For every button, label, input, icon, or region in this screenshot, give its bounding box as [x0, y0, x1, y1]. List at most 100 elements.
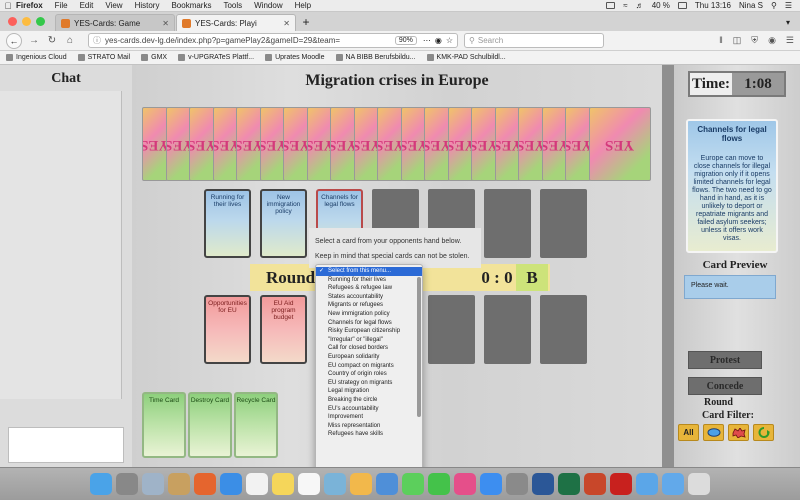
menu-option[interactable]: "Irregular" or "illegal": [316, 336, 422, 345]
reload-icon[interactable]: ↻: [46, 35, 58, 46]
home-icon[interactable]: ⌂: [64, 35, 76, 46]
site-info-icon[interactable]: ⓘ: [93, 35, 101, 46]
menu-file[interactable]: File: [55, 1, 68, 10]
bookmark-item[interactable]: v-UPGRATeS Plattf...: [178, 54, 254, 61]
menu-history[interactable]: History: [135, 1, 160, 10]
firefox-icon[interactable]: [194, 473, 216, 495]
calendar-icon[interactable]: [246, 473, 268, 495]
filter-recycle-icon[interactable]: [753, 424, 774, 441]
bookmark-star-icon[interactable]: ☆: [446, 36, 453, 45]
menu-option[interactable]: Country of origin roles: [316, 370, 422, 379]
search-icon[interactable]: ⚲: [771, 1, 777, 10]
chat-log[interactable]: [0, 91, 122, 399]
close-tab-icon[interactable]: ✕: [283, 19, 290, 28]
menu-option[interactable]: EU compact on migrants: [316, 362, 422, 371]
search-bar[interactable]: ⚲ Search: [464, 33, 604, 48]
menu-option[interactable]: Migrants or refugees: [316, 301, 422, 310]
page-actions-icon[interactable]: ⋯: [423, 36, 431, 45]
url-text[interactable]: yes-cards.dev-lg.de/index.php?p=gamePlay…: [105, 36, 395, 45]
menu-scrollbar[interactable]: [417, 277, 421, 417]
pocket-icon[interactable]: ◉: [435, 36, 442, 45]
menu-option[interactable]: Legal migration: [316, 387, 422, 396]
bookmark-item[interactable]: NA BIBB Berufsbildu...: [335, 54, 416, 61]
clock[interactable]: Thu 13:16: [695, 1, 731, 10]
special-card-destroy[interactable]: Destroy Card: [188, 392, 232, 458]
menu-icon[interactable]: ☰: [786, 35, 794, 46]
appstore-icon[interactable]: [480, 473, 502, 495]
protest-button[interactable]: Protest: [688, 351, 762, 369]
menu-option[interactable]: Breaking the circle: [316, 396, 422, 405]
menu-option[interactable]: EU's accountability: [316, 405, 422, 414]
menu-option[interactable]: Running for their lives: [316, 276, 422, 285]
menu-edit[interactable]: Edit: [80, 1, 94, 10]
menu-option[interactable]: States accountability: [316, 293, 422, 302]
tab-playing[interactable]: YES-Cards: Playi ✕: [176, 14, 296, 31]
close-tab-icon[interactable]: ✕: [162, 19, 169, 28]
library-icon[interactable]: ‖: [719, 35, 723, 46]
bookmark-item[interactable]: Uprates Moodle: [265, 54, 325, 61]
powerpoint-icon[interactable]: [584, 473, 606, 495]
menu-option[interactable]: Refugees & refugee law: [316, 284, 422, 293]
bookmark-item[interactable]: GMX: [141, 54, 167, 61]
acrobat-icon[interactable]: [610, 473, 632, 495]
url-bar[interactable]: ⓘ yes-cards.dev-lg.de/index.php?p=gamePl…: [88, 33, 458, 48]
mail-icon[interactable]: [376, 473, 398, 495]
back-icon[interactable]: ←: [6, 32, 22, 49]
volume-icon[interactable]: ♬: [636, 1, 644, 10]
chat-input[interactable]: [8, 427, 124, 463]
filter-speech-bubble-icon[interactable]: [703, 424, 724, 441]
menu-option[interactable]: EU strategy on migrants: [316, 379, 422, 388]
close-window-icon[interactable]: [8, 17, 17, 26]
special-card-time[interactable]: Time Card: [142, 392, 186, 458]
bookmark-item[interactable]: KMK-PAD Schulbildl...: [426, 54, 506, 61]
minimize-window-icon[interactable]: [22, 17, 31, 26]
menu-window[interactable]: Window: [254, 1, 282, 10]
battery-text[interactable]: 40 %: [652, 1, 670, 10]
filter-all-button[interactable]: All: [678, 424, 699, 441]
opponent-card[interactable]: New immigration policy: [260, 189, 307, 258]
bookmark-item[interactable]: Ingenious Cloud: [6, 54, 67, 61]
tab-list-chevron-icon[interactable]: ▾: [786, 18, 800, 31]
facetime-icon[interactable]: [428, 473, 450, 495]
list-icon[interactable]: ☰: [785, 1, 792, 10]
player-card[interactable]: EU Aid program budget: [260, 295, 307, 364]
tab-game[interactable]: YES-Cards: Game ✕: [55, 14, 175, 31]
extension-icon[interactable]: ◉: [768, 35, 776, 46]
steal-card-select-menu[interactable]: Select from this menu...Running for thei…: [315, 264, 423, 500]
user-name[interactable]: Nina S: [739, 1, 763, 10]
safari-icon[interactable]: [220, 473, 242, 495]
photo-icon[interactable]: [168, 473, 190, 495]
sidebar-icon[interactable]: ◫: [733, 35, 742, 46]
trash-icon[interactable]: [688, 473, 710, 495]
menu-view[interactable]: View: [105, 1, 122, 10]
menu-option[interactable]: Refugees have skills: [316, 430, 422, 439]
word-icon[interactable]: [532, 473, 554, 495]
reminders-icon[interactable]: [298, 473, 320, 495]
downloads-icon[interactable]: [662, 473, 684, 495]
special-card-recycle[interactable]: Recycle Card: [234, 392, 278, 458]
folder-icon[interactable]: [636, 473, 658, 495]
menu-help[interactable]: Help: [295, 1, 311, 10]
finder-icon[interactable]: [90, 473, 112, 495]
menu-option[interactable]: Select from this menu...: [316, 267, 422, 276]
menu-option[interactable]: Call for closed borders: [316, 344, 422, 353]
preview-icon[interactable]: [324, 473, 346, 495]
menu-tools[interactable]: Tools: [223, 1, 242, 10]
launchpad-icon[interactable]: [116, 473, 138, 495]
menu-option[interactable]: Risky European citizenship: [316, 327, 422, 336]
excel-icon[interactable]: [558, 473, 580, 495]
display-icon[interactable]: [606, 2, 616, 9]
filter-burst-icon[interactable]: [728, 424, 749, 441]
menu-option[interactable]: European solidarity: [316, 353, 422, 362]
menu-bookmarks[interactable]: Bookmarks: [171, 1, 211, 10]
image-capture-icon[interactable]: [142, 473, 164, 495]
shield-icon[interactable]: ⛨: [751, 35, 758, 46]
forward-icon[interactable]: →: [28, 35, 40, 46]
notes-icon[interactable]: [272, 473, 294, 495]
menu-option[interactable]: Miss representation: [316, 422, 422, 431]
zoom-level[interactable]: 90%: [394, 36, 417, 45]
maximize-window-icon[interactable]: [36, 17, 45, 26]
menu-option[interactable]: New immigration policy: [316, 310, 422, 319]
menu-option[interactable]: Channels for legal flows: [316, 319, 422, 328]
concede-round-button[interactable]: Concede: [688, 377, 762, 395]
